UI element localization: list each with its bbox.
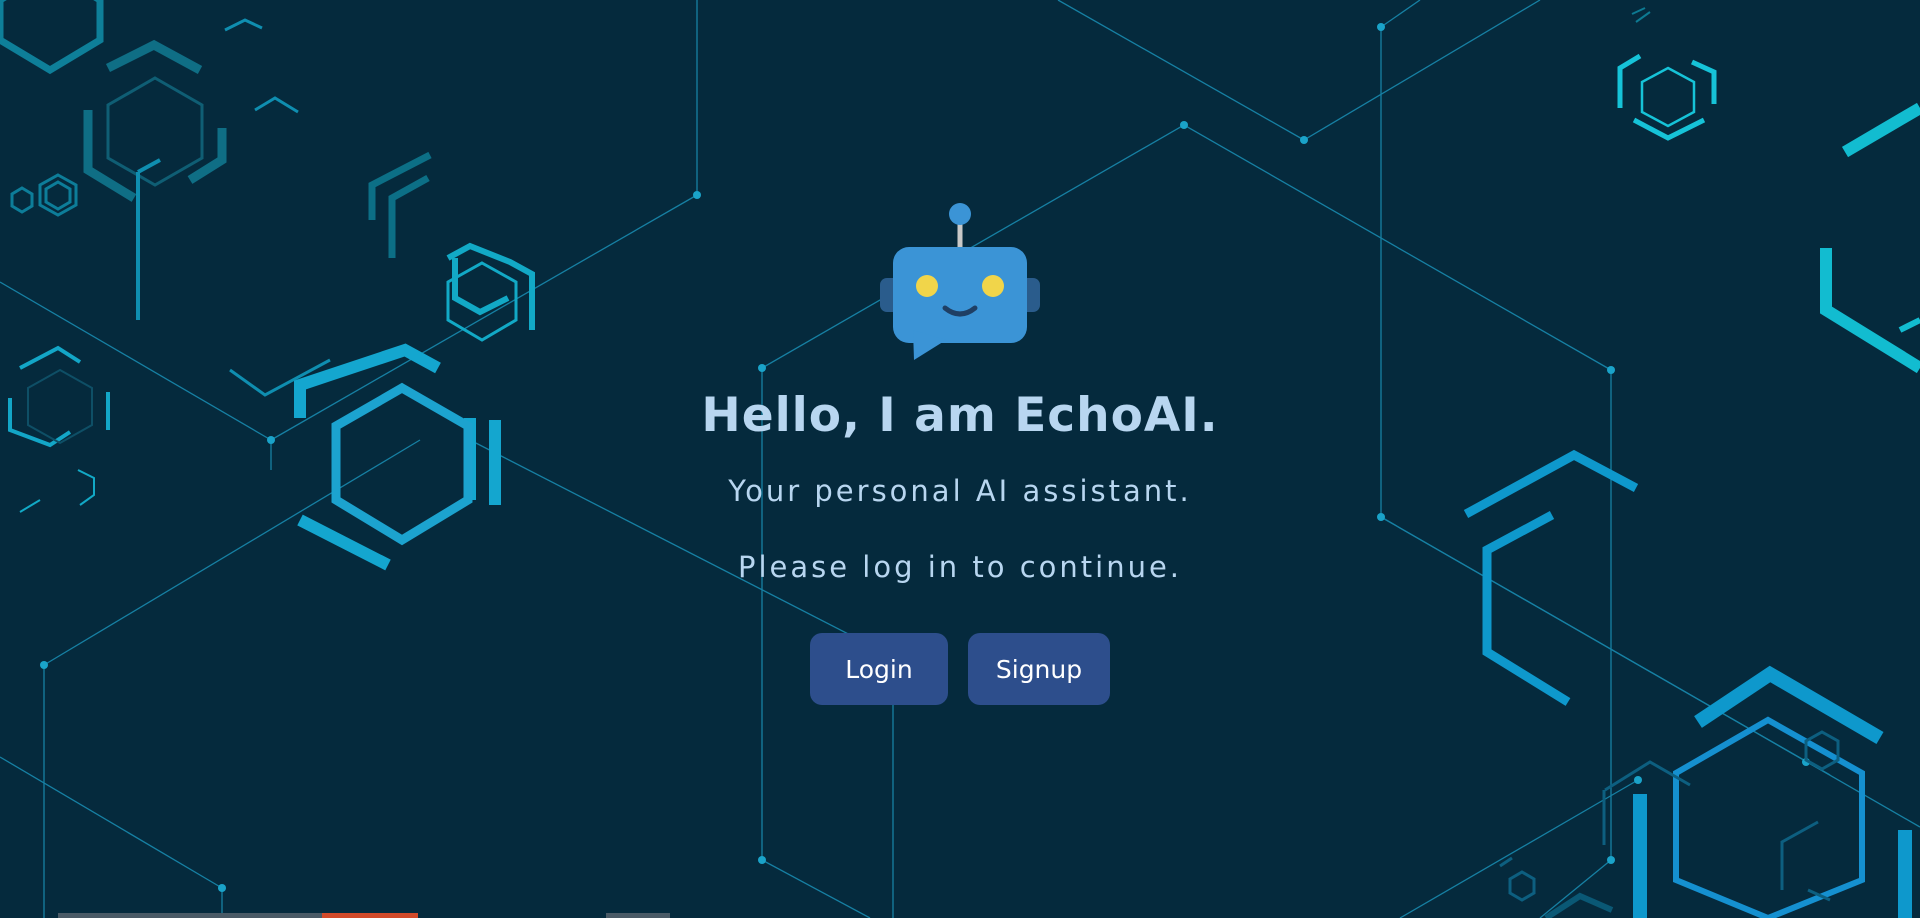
bottom-edge-strip-accent — [322, 913, 418, 918]
login-prompt: Please log in to continue. — [737, 550, 1183, 584]
bottom-edge-strip-small — [606, 913, 670, 918]
hero-section: Hello, I am EchoAI. Your personal AI ass… — [0, 0, 1920, 918]
landing-page: Hello, I am EchoAI. Your personal AI ass… — [0, 0, 1920, 918]
bottom-edge-strip — [58, 913, 418, 918]
hero-subtitle: Your personal AI assistant. — [728, 474, 1192, 508]
login-button[interactable]: Login — [810, 633, 948, 705]
robot-chat-icon — [880, 203, 1040, 360]
hero-title: Hello, I am EchoAI. — [701, 388, 1219, 443]
signup-button[interactable]: Signup — [968, 633, 1110, 705]
